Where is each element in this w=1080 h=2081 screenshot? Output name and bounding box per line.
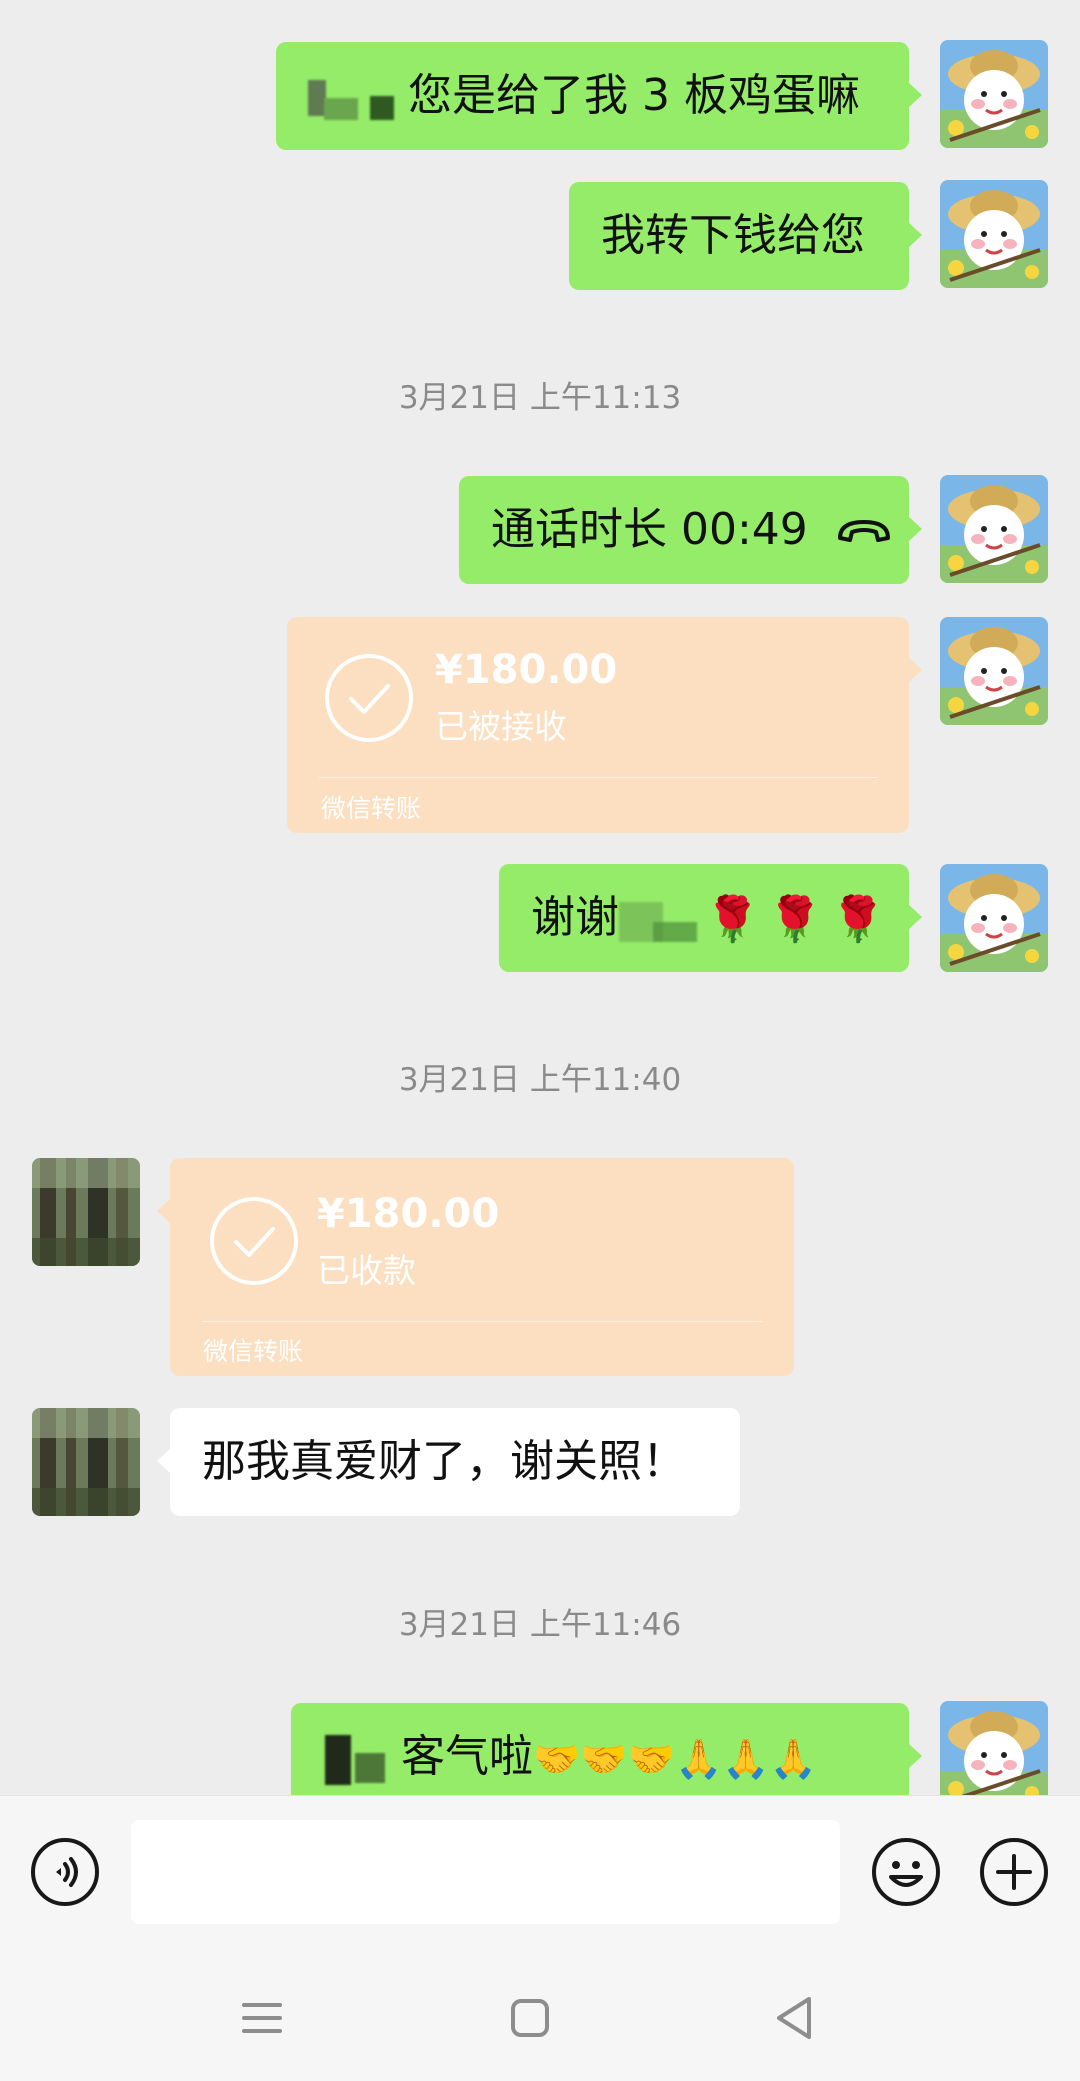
- transfer-status: 已被接收: [435, 707, 567, 746]
- rose-emojis: 🌹🌹🌹: [705, 894, 894, 945]
- avatar-self[interactable]: [940, 40, 1048, 148]
- message-input[interactable]: [131, 1820, 840, 1924]
- redacted-name: [323, 1729, 395, 1789]
- check-circle-icon: [323, 652, 415, 744]
- sent-message-thanks[interactable]: 谢谢 🌹🌹🌹: [499, 864, 922, 972]
- message-text: 我转下钱给您: [601, 210, 865, 261]
- home-icon[interactable]: [495, 1983, 565, 2053]
- divider: [319, 777, 877, 778]
- avatar-contact[interactable]: [32, 1408, 140, 1516]
- transfer-amount: ¥180.00: [317, 1191, 500, 1237]
- avatar-self[interactable]: [940, 475, 1048, 583]
- voice-icon[interactable]: [30, 1837, 100, 1907]
- chat-area[interactable]: 您是给了我 3 板鸡蛋嘛 我转下钱给您 3月21日 上午11:13 通话时长 0…: [0, 0, 1080, 1795]
- message-text: 您是给了我 3 板鸡蛋嘛: [408, 70, 860, 121]
- avatar-self[interactable]: [940, 617, 1048, 725]
- received-message-reply[interactable]: 那我真爱财了，谢关照！: [157, 1408, 740, 1516]
- avatar-self[interactable]: [940, 864, 1048, 972]
- avatar-contact[interactable]: [32, 1158, 140, 1266]
- divider: [202, 1321, 762, 1322]
- redacted-name: [308, 76, 400, 120]
- transfer-footer: 微信转账: [203, 1337, 304, 1366]
- redacted-name: [619, 898, 705, 942]
- transfer-card-sent[interactable]: ¥180.00 已被接收 微信转账: [287, 617, 922, 833]
- transfer-footer: 微信转账: [321, 794, 422, 823]
- transfer-amount: ¥180.00: [435, 647, 618, 693]
- emoji-icon[interactable]: [871, 1837, 941, 1907]
- message-text: 客气啦: [401, 1731, 533, 1782]
- avatar-self[interactable]: [940, 180, 1048, 288]
- plus-icon[interactable]: [979, 1837, 1049, 1907]
- back-icon[interactable]: [759, 1983, 829, 2053]
- sent-message-last[interactable]: 客气啦🤝🤝🤝🙏🙏🙏: [291, 1703, 922, 1795]
- handshake-pray-emojis: 🤝🤝🤝🙏🙏🙏: [533, 1737, 817, 1781]
- timestamp: 3月21日 上午11:13: [398, 380, 682, 416]
- message-text: 谢谢: [531, 892, 619, 943]
- sent-message-eggs[interactable]: 您是给了我 3 板鸡蛋嘛: [276, 42, 922, 150]
- timestamp: 3月21日 上午11:40: [398, 1062, 682, 1098]
- transfer-status: 已收款: [317, 1251, 416, 1290]
- avatar-self[interactable]: [940, 1701, 1048, 1795]
- input-bar: [0, 1795, 1080, 1956]
- transfer-card-received[interactable]: ¥180.00 已收款 微信转账: [157, 1158, 794, 1376]
- phone-hangup-icon: [836, 478, 892, 586]
- call-record-message[interactable]: 通话时长 00:49: [459, 476, 922, 586]
- message-text: 那我真爱财了，谢关照！: [202, 1436, 686, 1487]
- sent-message-transfer-note[interactable]: 我转下钱给您: [569, 182, 922, 290]
- check-circle-icon: [208, 1195, 300, 1287]
- call-duration-text: 通话时长 00:49: [491, 504, 808, 555]
- menu-icon[interactable]: [227, 1983, 297, 2053]
- timestamp: 3月21日 上午11:46: [398, 1607, 682, 1643]
- system-nav-bar: [0, 1955, 1080, 2081]
